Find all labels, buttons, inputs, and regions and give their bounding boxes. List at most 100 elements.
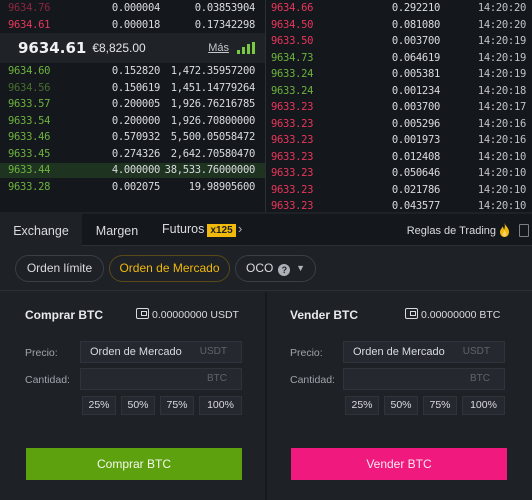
trade-time: 14:20:20	[477, 2, 526, 14]
trade-amount: 0.003700	[391, 101, 440, 113]
trade-price: 9633.23	[271, 167, 314, 179]
order-price: 9634.76	[8, 2, 51, 14]
order-total: 19.98905600	[188, 180, 256, 193]
order-price: 9633.57	[8, 98, 51, 110]
bid-row[interactable]: 9633.54 0.200000 1,926.70800000	[0, 113, 265, 130]
bid-row[interactable]: 9633.46 0.570932 5,500.05058472	[0, 129, 265, 146]
oco-order-button[interactable]: OCO? ▼	[235, 255, 316, 282]
ask-row[interactable]: 9634.61 0.000018 0.17342298	[0, 17, 265, 34]
tab-exchange[interactable]: Exchange	[0, 214, 82, 246]
trade-row: 9633.50 0.003700 14:20:19	[266, 33, 532, 50]
trade-time: 14:20:18	[477, 84, 526, 97]
signal-icon	[237, 42, 255, 54]
trade-row: 9633.23 0.001973 14:20:16	[266, 132, 532, 149]
buy-price-input[interactable]: Orden de Mercado USDT	[80, 341, 242, 363]
sell-pct-25-button[interactable]: 25%	[345, 396, 379, 415]
trade-row: 9633.24 0.005381 14:20:19	[266, 66, 532, 83]
trade-history: 9634.66 0.292210 14:20:20 9634.50 0.081080 14…	[266, 0, 532, 212]
sell-pct-75-button[interactable]: 75%	[423, 396, 457, 415]
limit-order-button[interactable]: Orden límite	[15, 255, 104, 282]
trade-row: 9634.50 0.081080 14:20:20	[266, 17, 532, 34]
fire-icon	[500, 223, 509, 237]
order-amount: 4.000000	[111, 164, 160, 176]
order-price: 9633.45	[8, 147, 51, 160]
buy-qty-unit: BTC	[207, 373, 227, 384]
help-icon[interactable]: ?	[278, 264, 291, 276]
buy-button[interactable]: Comprar BTC	[26, 448, 242, 480]
bid-row[interactable]: 9633.28 0.002075 19.98905600	[0, 179, 265, 196]
last-price-bar: 9634.61 €8,825.00 Más	[0, 33, 265, 63]
trade-amount: 0.012408	[391, 150, 440, 163]
sell-price-unit: USDT	[462, 346, 490, 357]
order-book: 9634.76 0.000004 0.03853904 9634.61 0.000018…	[0, 0, 265, 212]
trade-amount: 0.005381	[391, 68, 440, 80]
wallet-icon	[405, 308, 418, 319]
trade-price: 9634.66	[271, 2, 314, 14]
buy-pct-100-button[interactable]: 100%	[199, 396, 242, 415]
order-price: 9633.46	[8, 131, 51, 143]
trade-time: 14:20:19	[477, 51, 526, 64]
order-price: 9634.61	[8, 18, 51, 31]
trade-amount: 0.064619	[391, 51, 440, 64]
chevron-down-icon: ▼	[296, 263, 305, 273]
bid-row[interactable]: 9633.44 4.000000 38,533.76000000	[0, 162, 265, 179]
trade-amount: 0.003700	[391, 35, 440, 47]
order-total: 1,472.35957200	[170, 65, 256, 77]
trade-row: 9634.73 0.064619 14:20:19	[266, 50, 532, 67]
sell-pct-100-button[interactable]: 100%	[462, 396, 505, 415]
order-total: 0.03853904	[194, 2, 256, 14]
tab-futures-label: Futuros	[162, 222, 205, 236]
trade-time: 14:20:10	[477, 200, 526, 212]
buy-pct-50-button[interactable]: 50%	[121, 396, 155, 415]
sell-price-label: Precio:	[290, 347, 323, 359]
order-amount: 0.570932	[111, 131, 160, 143]
buy-pct-75-button[interactable]: 75%	[160, 396, 194, 415]
trade-time: 14:20:17	[477, 101, 526, 113]
trade-time: 14:20:20	[477, 18, 526, 31]
leverage-badge: x125	[207, 224, 236, 237]
sell-form: Vender BTC 0.00000000 BTC Precio: Orden …	[267, 292, 532, 500]
buy-price-unit: USDT	[199, 346, 227, 357]
sell-price-input[interactable]: Orden de Mercado USDT	[343, 341, 505, 363]
order-type-selector: Orden límite Orden de Mercado OCO? ▼	[0, 247, 532, 291]
buy-pct-25-button[interactable]: 25%	[82, 396, 116, 415]
tab-futures[interactable]: Futuros x125	[162, 214, 236, 246]
order-price: 9634.56	[8, 81, 51, 94]
bid-row[interactable]: 9633.45 0.274326 2,642.70580470	[0, 146, 265, 163]
more-link[interactable]: Más	[208, 42, 229, 54]
chevron-right-icon[interactable]: ›	[238, 214, 242, 246]
order-total: 38,533.76000000	[164, 164, 256, 176]
trade-amount: 0.292210	[391, 2, 440, 14]
trade-price: 9633.24	[271, 68, 314, 80]
trade-row: 9633.23 0.003700 14:20:17	[266, 99, 532, 116]
trade-price: 9633.24	[271, 84, 314, 97]
sell-title: Vender BTC	[290, 308, 359, 322]
order-total: 1,926.76216785	[170, 98, 256, 110]
bid-row[interactable]: 9634.56 0.150619 1,451.14779264	[0, 80, 265, 97]
trade-price: 9633.23	[271, 134, 314, 146]
tab-margin[interactable]: Margen	[85, 214, 149, 246]
trade-price: 9634.73	[271, 51, 314, 64]
buy-price-value: Orden de Mercado	[90, 346, 182, 358]
sell-button[interactable]: Vender BTC	[291, 448, 507, 480]
trade-row: 9633.23 0.012408 14:20:10	[266, 149, 532, 166]
bid-row[interactable]: 9633.57 0.200005 1,926.76216785	[0, 96, 265, 113]
market-order-button[interactable]: Orden de Mercado	[109, 255, 230, 282]
sell-qty-input[interactable]: BTC	[343, 368, 505, 390]
order-amount: 0.152820	[111, 65, 160, 77]
order-total: 0.17342298	[194, 18, 256, 31]
sell-pct-50-button[interactable]: 50%	[384, 396, 418, 415]
buy-qty-label: Cantidad:	[25, 374, 70, 386]
buy-price-label: Precio:	[25, 347, 58, 359]
trade-price: 9633.50	[271, 35, 314, 47]
order-total: 1,926.70800000	[170, 114, 256, 127]
trade-amount: 0.005296	[391, 117, 440, 130]
buy-qty-input[interactable]: BTC	[80, 368, 242, 390]
bid-row[interactable]: 9634.60 0.152820 1,472.35957200	[0, 63, 265, 80]
trade-amount: 0.081080	[391, 18, 440, 31]
order-amount: 0.274326	[111, 147, 160, 160]
trading-rules-link[interactable]: Reglas de Trading	[407, 214, 496, 248]
order-price: 9633.44	[8, 164, 51, 176]
ask-row[interactable]: 9634.76 0.000004 0.03853904	[0, 0, 265, 17]
calculator-icon[interactable]	[519, 224, 529, 237]
